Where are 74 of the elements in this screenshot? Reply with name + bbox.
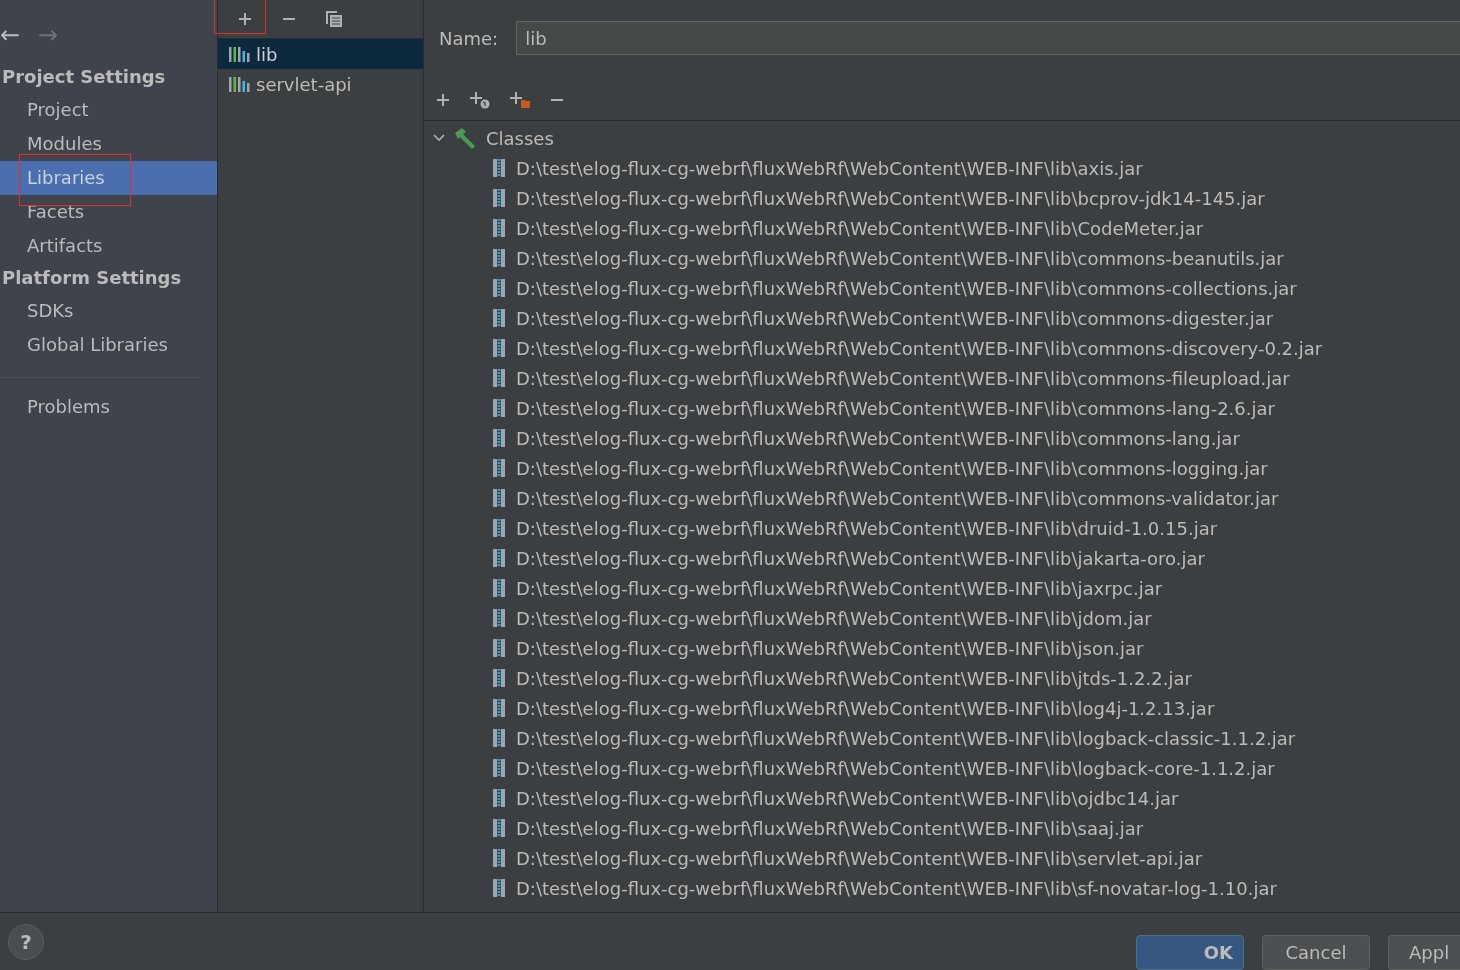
jar-path[interactable]: D:\test\elog-flux-cg-webrf\fluxWebRf\WebContent\WEB-INF\lib\commons-discovery-0.2.jar <box>516 337 1323 359</box>
jar-path[interactable]: D:\test\elog-flux-cg-webrf\fluxWebRf\WebContent\WEB-INF\lib\commons-digester.jar <box>516 307 1274 329</box>
jar-path[interactable]: D:\test\elog-flux-cg-webrf\fluxWebRf\WebContent\WEB-INF\lib\logback-core-1.1.2.jar <box>516 757 1275 779</box>
jar-icon <box>492 248 506 268</box>
sidebar-item[interactable]: Artifacts <box>0 229 217 263</box>
sidebar-item[interactable]: Global Libraries <box>0 328 217 362</box>
library-icon <box>228 45 250 63</box>
sidebar-item[interactable]: Libraries <box>0 161 217 195</box>
highlight-frame <box>214 0 266 34</box>
jar-path[interactable]: D:\test\elog-flux-cg-webrf\fluxWebRf\WebContent\WEB-INF\lib\json.jar <box>516 637 1144 659</box>
jar-path[interactable]: D:\test\elog-flux-cg-webrf\fluxWebRf\WebContent\WEB-INF\lib\CodeMeter.jar <box>516 217 1204 239</box>
jar-icon <box>492 458 506 478</box>
help-button[interactable]: ? <box>8 923 44 960</box>
jar-icon <box>492 698 506 718</box>
ok-button[interactable]: OK <box>1136 935 1244 970</box>
jar-path[interactable]: D:\test\elog-flux-cg-webrf\fluxWebRf\WebContent\WEB-INF\lib\axis.jar <box>516 157 1143 179</box>
jar-path[interactable]: D:\test\elog-flux-cg-webrf\fluxWebRf\WebContent\WEB-INF\lib\ojdbc14.jar <box>516 787 1179 809</box>
jar-icon <box>492 758 506 778</box>
jar-icon <box>492 728 506 748</box>
jar-path[interactable]: D:\test\elog-flux-cg-webrf\fluxWebRf\WebContent\WEB-INF\lib\commons-validator.jar <box>516 487 1279 509</box>
jar-path[interactable]: D:\test\elog-flux-cg-webrf\fluxWebRf\WebContent\WEB-INF\lib\commons-logging.jar <box>516 457 1268 479</box>
sidebar-item[interactable]: Modules <box>0 127 217 161</box>
back-button[interactable]: ← <box>0 22 21 48</box>
jar-path[interactable]: D:\test\elog-flux-cg-webrf\fluxWebRf\WebContent\WEB-INF\lib\jakarta-oro.jar <box>516 547 1205 569</box>
jar-icon <box>492 308 506 328</box>
jar-icon <box>492 338 506 358</box>
jar-path[interactable]: D:\test\elog-flux-cg-webrf\fluxWebRf\WebContent\WEB-INF\lib\jaxrpc.jar <box>516 577 1163 599</box>
jar-path[interactable]: D:\test\elog-flux-cg-webrf\fluxWebRf\WebContent\WEB-INF\lib\bcprov-jdk14-145.jar <box>516 187 1265 209</box>
jar-icon <box>492 398 506 418</box>
jar-icon <box>492 218 506 238</box>
sidebar-item[interactable]: Project <box>0 93 217 127</box>
jar-icon <box>492 848 506 868</box>
tree-node-label[interactable]: Classes <box>486 127 554 149</box>
name-label: Name: <box>439 27 499 49</box>
name-field[interactable]: lib <box>516 21 1460 55</box>
jar-icon <box>492 878 506 898</box>
jar-icon <box>492 638 506 658</box>
sidebar-item[interactable]: SDKs <box>0 294 217 328</box>
jar-icon <box>492 608 506 628</box>
jar-path[interactable]: D:\test\elog-flux-cg-webrf\fluxWebRf\WebContent\WEB-INF\lib\logback-classic-1.1.2.jar <box>516 727 1296 749</box>
jar-icon <box>492 818 506 838</box>
sidebar-item[interactable]: Problems <box>0 390 217 424</box>
jar-icon <box>492 368 506 388</box>
hammer-icon <box>454 127 478 149</box>
jar-path[interactable]: D:\test\elog-flux-cg-webrf\fluxWebRf\WebContent\WEB-INF\lib\druid-1.0.15.jar <box>516 517 1218 539</box>
cancel-button[interactable]: Cancel <box>1262 935 1370 970</box>
jar-path[interactable]: D:\test\elog-flux-cg-webrf\fluxWebRf\WebContent\WEB-INF\lib\servlet-api.jar <box>516 847 1203 869</box>
jar-path[interactable]: D:\test\elog-flux-cg-webrf\fluxWebRf\WebContent\WEB-INF\lib\jdom.jar <box>516 607 1152 629</box>
jar-path[interactable]: D:\test\elog-flux-cg-webrf\fluxWebRf\WebContent\WEB-INF\lib\commons-collections.jar <box>516 277 1297 299</box>
jar-icon <box>492 278 506 298</box>
jar-path[interactable]: D:\test\elog-flux-cg-webrf\fluxWebRf\WebContent\WEB-INF\lib\commons-beanutils.jar <box>516 247 1284 269</box>
jar-path[interactable]: D:\test\elog-flux-cg-webrf\fluxWebRf\WebContent\WEB-INF\lib\sf-novatar-log-1.10.jar <box>516 877 1277 899</box>
jar-icon <box>492 788 506 808</box>
jar-path[interactable]: D:\test\elog-flux-cg-webrf\fluxWebRf\WebContent\WEB-INF\lib\saaj.jar <box>516 817 1144 839</box>
apply-button[interactable]: Appl <box>1388 935 1460 970</box>
jar-icon <box>492 668 506 688</box>
library-icon <box>228 75 250 93</box>
jar-path[interactable]: D:\test\elog-flux-cg-webrf\fluxWebRf\WebContent\WEB-INF\lib\jtds-1.2.2.jar <box>516 667 1192 689</box>
library-item[interactable]: servlet-api <box>218 69 423 99</box>
jar-icon <box>492 548 506 568</box>
section-heading: Platform Settings <box>1 266 183 290</box>
jar-path[interactable]: D:\test\elog-flux-cg-webrf\fluxWebRf\WebContent\WEB-INF\lib\log4j-1.2.13.jar <box>516 697 1215 719</box>
jar-icon <box>492 158 506 178</box>
section-heading: Project Settings <box>1 65 167 89</box>
jar-path[interactable]: D:\test\elog-flux-cg-webrf\fluxWebRf\WebContent\WEB-INF\lib\commons-fileupload.jar <box>516 367 1290 389</box>
sidebar-item[interactable]: Facets <box>0 195 217 229</box>
jar-icon <box>492 488 506 508</box>
library-item[interactable]: lib <box>218 39 423 69</box>
jar-icon <box>492 428 506 448</box>
jar-path[interactable]: D:\test\elog-flux-cg-webrf\fluxWebRf\WebContent\WEB-INF\lib\commons-lang.jar <box>516 427 1240 449</box>
jar-icon <box>492 518 506 538</box>
jar-icon <box>492 188 506 208</box>
jar-path[interactable]: D:\test\elog-flux-cg-webrf\fluxWebRf\WebContent\WEB-INF\lib\commons-lang-2.6.jar <box>516 397 1275 419</box>
jar-icon <box>492 578 506 598</box>
